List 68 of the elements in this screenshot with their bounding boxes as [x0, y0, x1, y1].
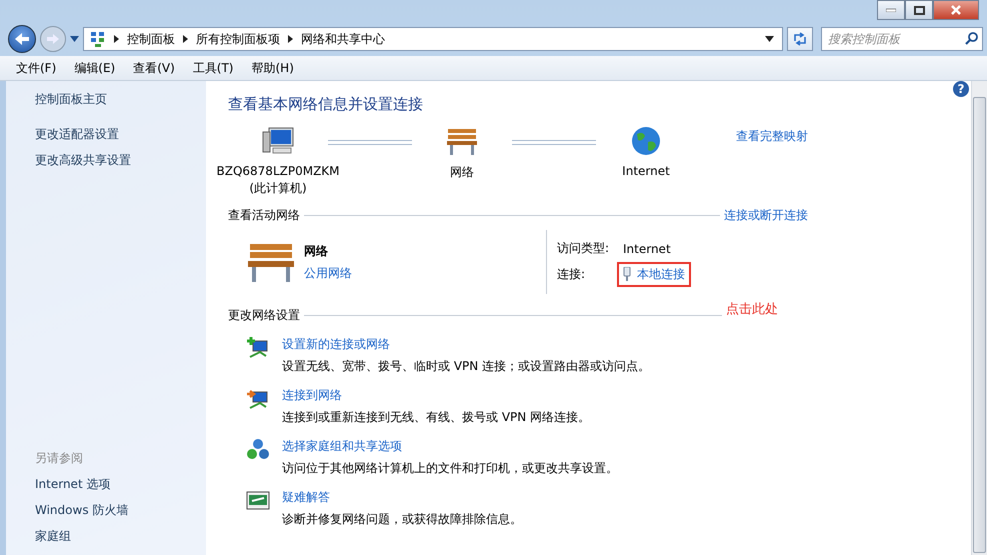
bench-icon [445, 126, 479, 156]
task-description: 访问位于其他网络计算机上的文件和打印机，或更改共享设置。 [282, 460, 618, 477]
see-also-link[interactable]: Internet 选项 [35, 476, 206, 493]
close-button[interactable] [933, 0, 979, 20]
back-arrow-icon [13, 32, 31, 46]
property-label: 访问类型: [557, 240, 610, 257]
node-sublabel: (此计算机) [249, 180, 307, 197]
globe-icon [629, 126, 663, 156]
menu-item[interactable]: 查看(V) [125, 60, 183, 76]
see-also-link[interactable]: Windows 防火墙 [35, 502, 206, 519]
node-label: Internet [622, 164, 670, 178]
task-link[interactable]: 设置新的连接或网络 [282, 336, 650, 353]
breadcrumb-item[interactable]: 所有控制面板项 [196, 30, 280, 48]
minimize-button[interactable] [877, 0, 905, 20]
task-description: 连接到或重新连接到无线、有线、拨号或 VPN 网络连接。 [282, 409, 590, 426]
dropdown-caret-icon[interactable] [765, 36, 774, 42]
scrollbar-thumb[interactable] [973, 97, 986, 553]
section-heading: 查看活动网络 [228, 207, 300, 224]
refresh-button[interactable] [787, 27, 813, 51]
ethernet-plug-icon [623, 267, 631, 281]
search-icon [965, 32, 978, 45]
sidebar-link[interactable]: 更改适配器设置 [35, 126, 206, 143]
minimize-icon [886, 8, 896, 12]
menu-item[interactable]: 文件(F) [8, 60, 64, 76]
breadcrumb-item[interactable]: 网络和共享中心 [301, 30, 385, 48]
maximize-icon [914, 6, 924, 14]
breadcrumb-item[interactable]: 控制面板 [127, 30, 175, 48]
search-field[interactable]: 搜索控制面板 [821, 27, 983, 51]
see-also-link[interactable]: 家庭组 [35, 528, 206, 545]
scrollbar[interactable] [971, 81, 987, 555]
network-type-link[interactable]: 公用网络 [304, 264, 352, 282]
network-arrow-icon [246, 387, 270, 411]
task-link[interactable]: 连接到网络 [282, 387, 590, 404]
help-button[interactable]: ? [953, 81, 969, 97]
chevron-icon[interactable] [114, 35, 119, 43]
address-bar[interactable]: 控制面板 所有控制面板项 网络和共享中心 [83, 27, 783, 51]
chevron-icon[interactable] [183, 35, 188, 43]
task-link[interactable]: 选择家庭组和共享选项 [282, 438, 618, 455]
refresh-icon [792, 32, 808, 46]
page-title: 查看基本网络信息并设置连接 [228, 95, 424, 114]
property-value: Internet [622, 240, 672, 258]
view-full-map-link[interactable]: 查看完整映射 [736, 128, 808, 145]
node-label: BZQ6878LZP0MZKM [216, 164, 340, 178]
section-heading: 更改网络设置 [228, 306, 300, 324]
connect-disconnect-link[interactable]: 连接或断开连接 [724, 207, 808, 224]
see-also-heading: 另请参阅 [35, 450, 84, 467]
task-description: 设置无线、宽带、拨号、临时或 VPN 连接；或设置路由器或访问点。 [282, 358, 650, 375]
computer-icon [261, 126, 295, 156]
menu-item[interactable]: 工具(T) [184, 60, 242, 76]
task-description: 诊断并修复网络问题，或获得故障排除信息。 [282, 511, 522, 528]
menu-item[interactable]: 帮助(H) [244, 60, 302, 76]
forward-arrow-icon [46, 33, 60, 45]
control-panel-icon [90, 31, 106, 47]
sidebar-link[interactable]: 控制面板主页 [35, 91, 206, 108]
sidebar-link[interactable]: 更改高级共享设置 [35, 152, 206, 169]
annotation-text: 点击此处 [726, 301, 778, 318]
menu-item[interactable]: 编辑(E) [66, 60, 124, 76]
task-link[interactable]: 疑难解答 [282, 489, 522, 506]
connection-link[interactable]: 本地连接 [617, 262, 691, 286]
node-label: 网络 [450, 164, 474, 181]
close-icon [950, 5, 962, 15]
property-label: 连接: [557, 266, 586, 282]
network-name: 网络 [304, 242, 329, 260]
back-button[interactable] [8, 25, 36, 53]
homegroup-icon [246, 438, 270, 462]
network-plus-icon [246, 336, 270, 360]
chevron-icon[interactable] [288, 35, 293, 43]
maximize-button[interactable] [905, 0, 933, 20]
